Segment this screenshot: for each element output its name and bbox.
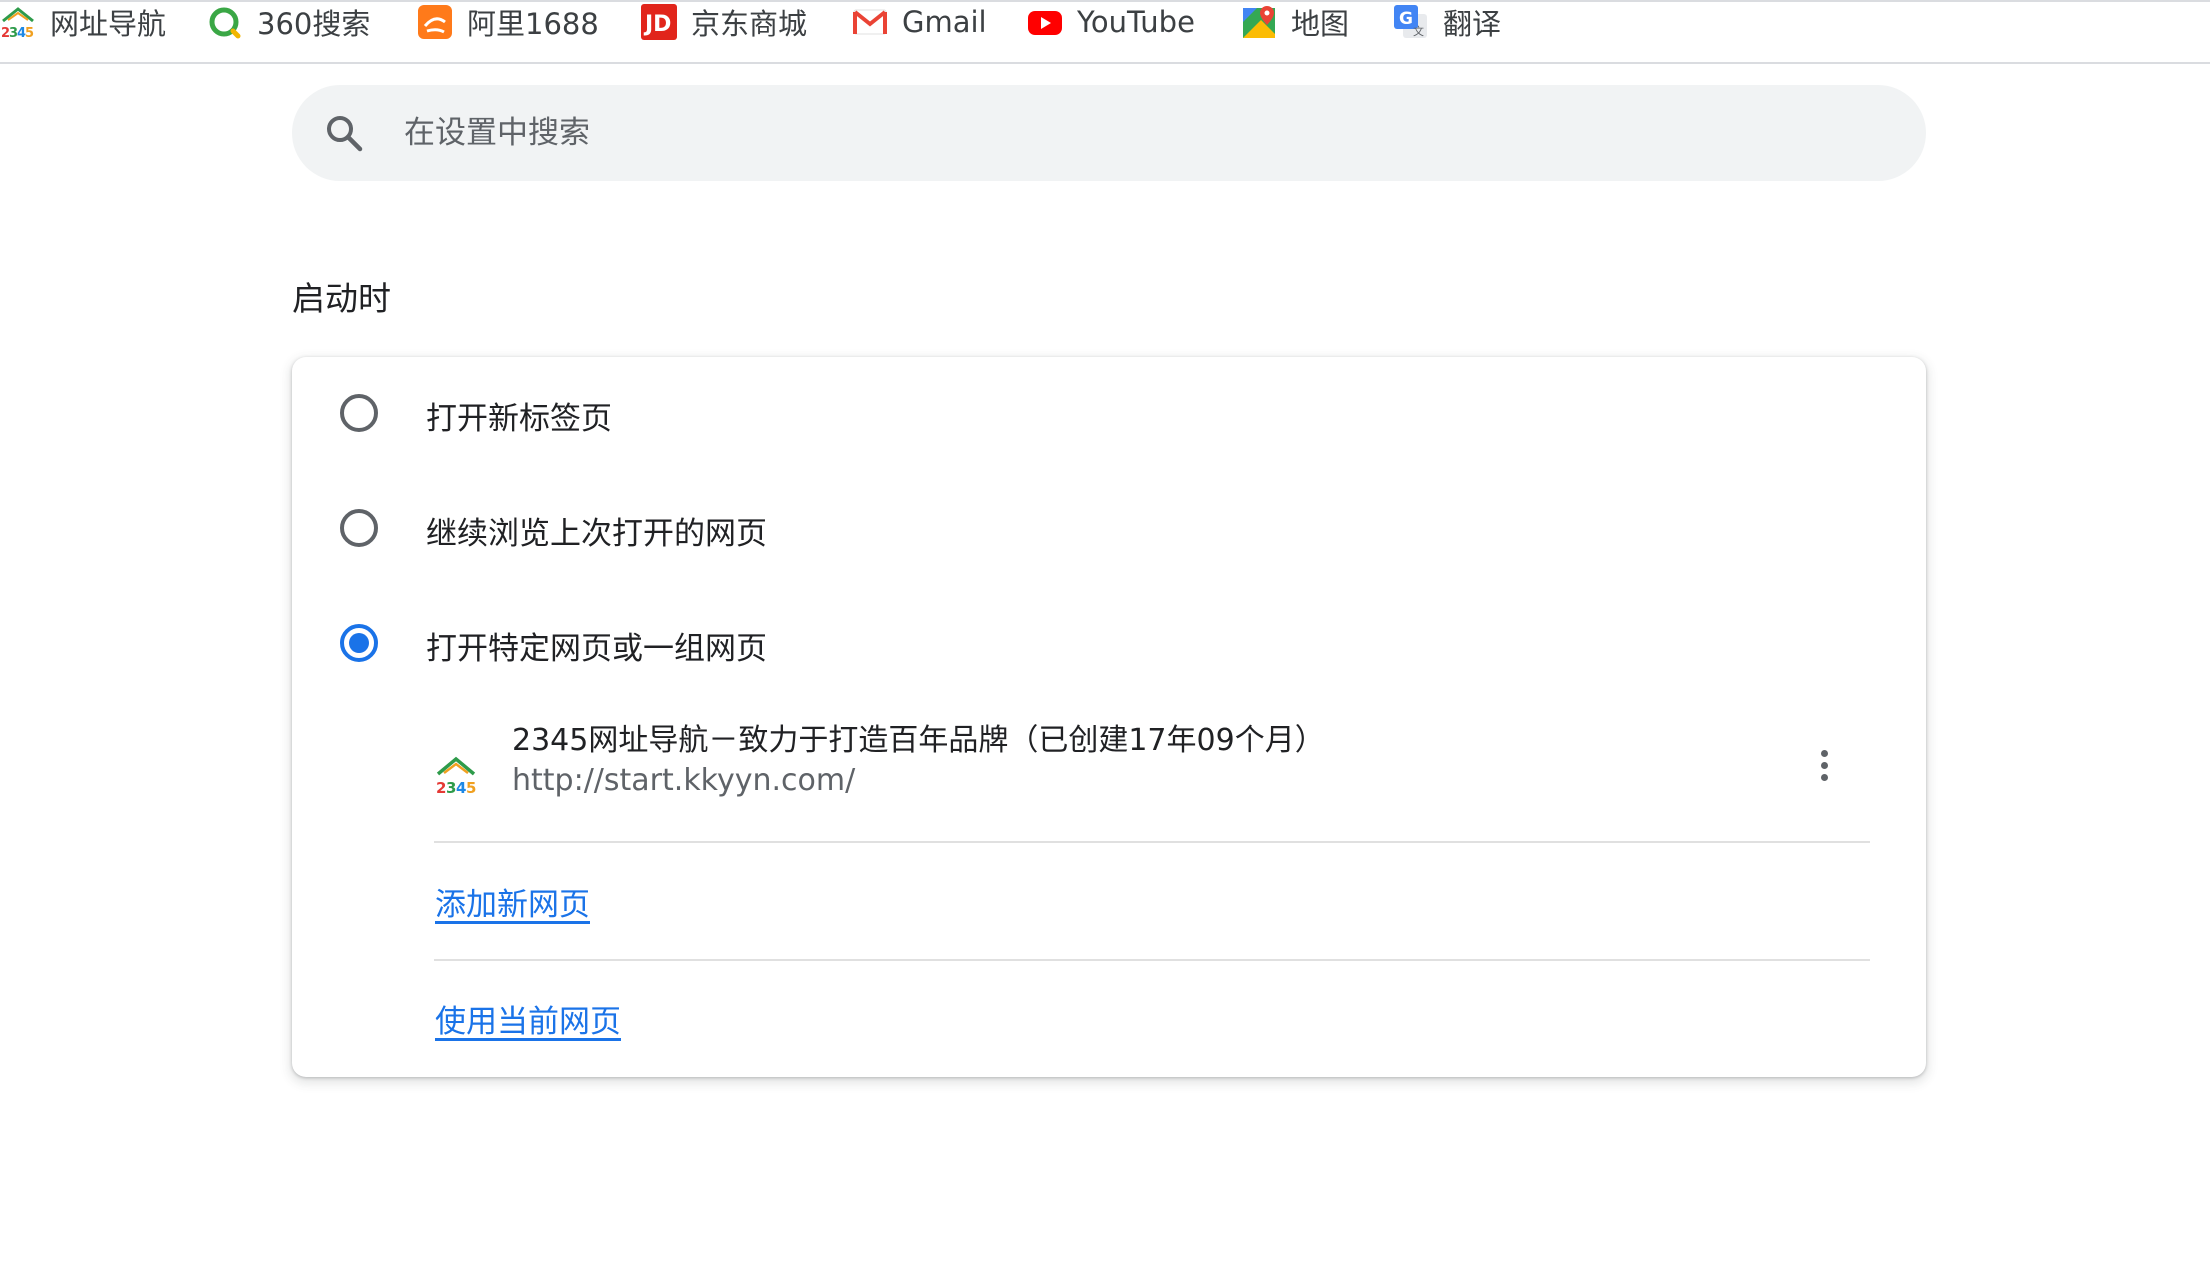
maps-icon [1241, 4, 1277, 40]
bookmarks-bar: 2 3 4 5 网址导航 360搜索 阿里1688 JD 京东商城 Gmail … [0, 0, 2210, 64]
bookmark-2345-nav[interactable]: 2 3 4 5 网址导航 [0, 2, 166, 42]
startup-page-url: http://start.kkyyn.com/ [512, 763, 856, 798]
bookmark-gmail[interactable]: Gmail [852, 2, 987, 42]
jd-icon: JD [641, 4, 677, 40]
360-search-icon [207, 4, 243, 40]
2345-house-icon: 2 3 4 5 [0, 4, 36, 40]
radio-label: 打开特定网页或一组网页 [426, 631, 767, 667]
section-title-on-startup: 启动时 [292, 279, 391, 318]
divider [434, 841, 1870, 843]
svg-text:文: 文 [1413, 24, 1424, 38]
2345-house-icon: 2 3 4 5 [434, 753, 478, 797]
radio-option-new-tab[interactable]: 打开新标签页 [292, 373, 1926, 453]
bookmark-label: 京东商城 [691, 7, 808, 41]
add-new-page-link[interactable]: 添加新网页 [435, 879, 590, 924]
svg-text:2: 2 [436, 779, 446, 797]
divider [434, 959, 1870, 961]
bookmark-label: 翻译 [1443, 7, 1502, 41]
radio-option-specific-pages[interactable]: 打开特定网页或一组网页 [292, 603, 1926, 683]
bookmark-translate[interactable]: G 文 翻译 [1393, 2, 1501, 42]
svg-text:JD: JD [643, 12, 671, 37]
radio-option-continue[interactable]: 继续浏览上次打开的网页 [292, 488, 1926, 568]
svg-text:4: 4 [456, 779, 466, 797]
radio-button-unchecked[interactable] [340, 394, 378, 432]
startup-page-title: 2345网址导航－致力于打造百年品牌（已创建17年09个月） [512, 723, 1325, 758]
bookmark-label: 地图 [1291, 7, 1350, 41]
bookmark-label: YouTube [1077, 5, 1195, 39]
bookmark-maps[interactable]: 地图 [1241, 2, 1349, 42]
ali-1688-icon [417, 4, 453, 40]
startup-page-entry: 2 3 4 5 2345网址导航－致力于打造百年品牌（已创建17年09个月） h… [434, 715, 2170, 825]
bookmark-label: 阿里1688 [467, 7, 599, 41]
bookmark-ali-1688[interactable]: 阿里1688 [417, 2, 599, 42]
svg-text:5: 5 [466, 779, 476, 797]
on-startup-card: 打开新标签页 继续浏览上次打开的网页 打开特定网页或一组网页 2 3 4 5 2… [292, 357, 1926, 1077]
svg-text:5: 5 [25, 26, 34, 40]
bookmark-jd[interactable]: JD 京东商城 [641, 2, 807, 42]
youtube-icon [1027, 4, 1063, 40]
radio-label: 打开新标签页 [426, 401, 612, 437]
bookmark-label: Gmail [902, 5, 987, 39]
gmail-icon [852, 4, 888, 40]
dot [1820, 761, 1828, 769]
more-actions-button[interactable] [1804, 735, 1844, 795]
radio-button-unchecked[interactable] [340, 509, 378, 547]
dot [1820, 773, 1828, 781]
bookmark-360-search[interactable]: 360搜索 [207, 2, 370, 42]
settings-search-box[interactable] [292, 85, 1926, 181]
translate-icon: G 文 [1393, 4, 1429, 40]
search-icon [324, 113, 364, 153]
svg-text:3: 3 [446, 779, 456, 797]
bookmark-label: 网址导航 [50, 7, 167, 41]
bookmark-label: 360搜索 [257, 7, 371, 41]
bookmark-youtube[interactable]: YouTube [1027, 2, 1195, 42]
radio-label: 继续浏览上次打开的网页 [426, 516, 767, 552]
dot [1820, 749, 1828, 757]
svg-text:G: G [1399, 9, 1413, 29]
radio-button-checked[interactable] [340, 624, 378, 662]
settings-search-input[interactable] [402, 85, 1882, 181]
use-current-pages-link[interactable]: 使用当前网页 [435, 996, 621, 1041]
